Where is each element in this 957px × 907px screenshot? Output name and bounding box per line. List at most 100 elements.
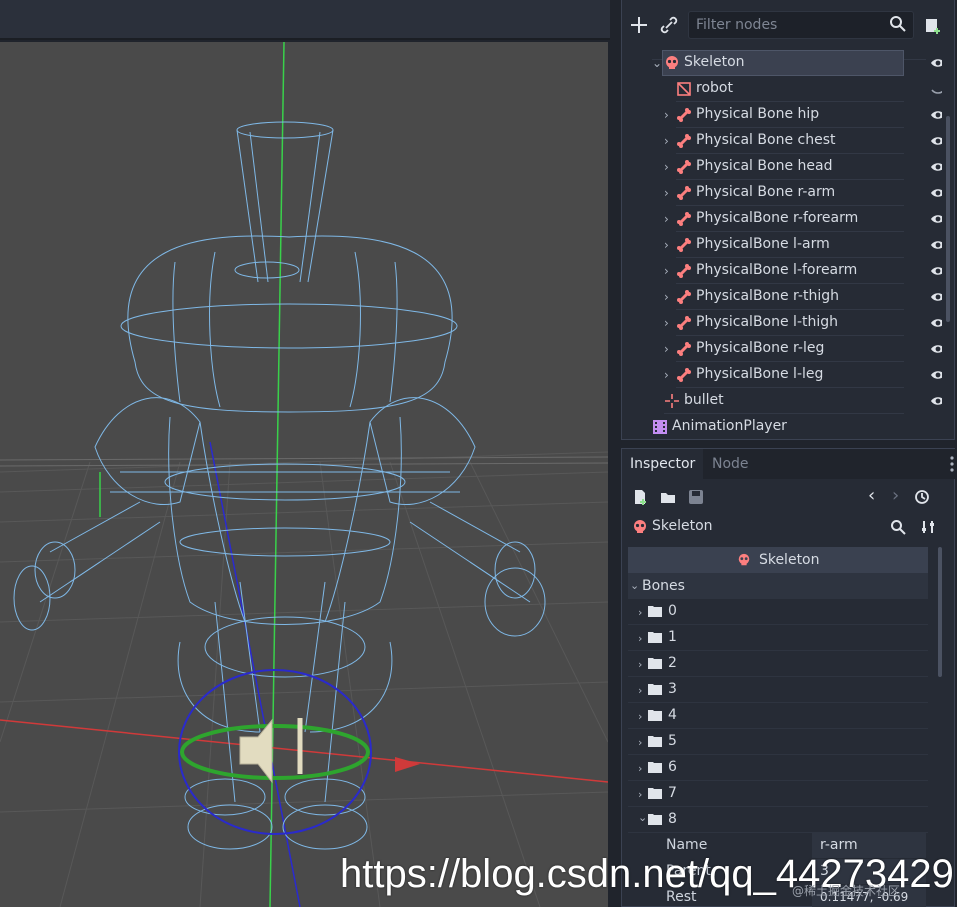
chevron-right-icon[interactable]: › <box>664 109 674 121</box>
tree-row-bone[interactable]: › PhysicalBone l-leg <box>622 362 942 388</box>
inspector-scrollbar[interactable] <box>938 547 942 677</box>
chevron-right-icon[interactable]: › <box>664 161 674 173</box>
tab-inspector[interactable]: Inspector <box>622 449 704 479</box>
section-bones-label: Bones <box>642 578 685 594</box>
link-icon[interactable] <box>658 14 680 36</box>
inspector-toolbar: ‹ › <box>622 483 956 511</box>
visibility-eye-icon[interactable] <box>930 237 942 253</box>
bone-icon <box>677 160 691 174</box>
bone-folder-row[interactable]: › 7 <box>628 781 928 807</box>
visibility-eye-icon[interactable] <box>930 159 942 175</box>
history-back-icon[interactable]: ‹ <box>868 485 875 506</box>
tree-row-bone[interactable]: › Physical Bone chest <box>622 128 942 154</box>
3d-viewport[interactable] <box>0 0 612 907</box>
bone-icon <box>677 186 691 200</box>
bone-folder-row[interactable]: › 1 <box>628 625 928 651</box>
watermark-small: @稀土掘金技术社区 <box>792 884 901 898</box>
more-menu-icon[interactable] <box>950 455 954 473</box>
visibility-eye-icon[interactable] <box>930 341 942 357</box>
tree-row-bone[interactable]: › PhysicalBone r-forearm <box>622 206 942 232</box>
bone-icon <box>677 368 691 382</box>
chevron-right-icon: › <box>638 684 643 697</box>
mesh-icon <box>677 82 691 96</box>
inspector-object-row: Skeleton <box>622 513 956 541</box>
tree-label: Physical Bone chest <box>696 132 836 148</box>
chevron-right-icon[interactable]: › <box>664 343 674 355</box>
chevron-right-icon[interactable]: › <box>664 291 674 303</box>
prop-label: Name <box>666 837 708 853</box>
chevron-right-icon[interactable]: › <box>664 239 674 251</box>
tools-icon[interactable] <box>920 519 936 535</box>
instance-scene-icon[interactable] <box>922 14 944 36</box>
inspector-tabs: Inspector Node <box>622 449 956 479</box>
add-node-icon[interactable] <box>628 14 650 36</box>
visibility-eye-icon[interactable] <box>930 133 942 149</box>
section-bones[interactable]: ⌄ Bones <box>628 573 928 599</box>
filter-nodes-input[interactable] <box>689 12 885 38</box>
tree-row-bone[interactable]: › Physical Bone r-arm <box>622 180 942 206</box>
folder-icon <box>648 684 662 695</box>
tree-row-bone[interactable]: › PhysicalBone l-thigh <box>622 310 942 336</box>
chevron-right-icon: › <box>638 658 643 671</box>
tab-node[interactable]: Node <box>704 449 757 479</box>
bone-icon <box>677 290 691 304</box>
visibility-eye-icon[interactable] <box>930 263 942 279</box>
history-icon[interactable] <box>914 489 930 505</box>
visibility-hidden-icon[interactable] <box>930 84 942 100</box>
chevron-right-icon[interactable]: › <box>664 265 674 277</box>
tree-row-bone[interactable]: › PhysicalBone l-arm <box>622 232 942 258</box>
chevron-right-icon[interactable]: › <box>664 187 674 199</box>
visibility-eye-icon[interactable] <box>930 211 942 227</box>
open-folder-icon[interactable] <box>660 489 676 505</box>
chevron-right-icon[interactable]: › <box>664 369 674 381</box>
scene-tree-scrollbar[interactable] <box>946 116 950 322</box>
visibility-eye-icon[interactable] <box>930 393 942 409</box>
viewport-canvas[interactable] <box>0 42 608 907</box>
bone-folder-row[interactable]: › 5 <box>628 729 928 755</box>
tree-label: bullet <box>684 392 724 408</box>
bone-index: 2 <box>668 655 677 671</box>
tree-row-bone[interactable]: › Physical Bone hip <box>622 102 942 128</box>
bone-folder-row[interactable]: › 6 <box>628 755 928 781</box>
tree-row-bone[interactable]: › PhysicalBone l-forearm <box>622 258 942 284</box>
tree-row-bone[interactable]: › PhysicalBone r-leg <box>622 336 942 362</box>
visibility-eye-icon[interactable] <box>930 55 942 71</box>
search-icon[interactable] <box>890 519 906 535</box>
inspector-panel: Inspector Node ‹ › Skeleton Skeleton ⌄ B… <box>621 448 956 907</box>
bone-index: 4 <box>668 707 677 723</box>
tree-label: Physical Bone r-arm <box>696 184 836 200</box>
search-icon[interactable] <box>889 15 907 33</box>
visibility-eye-icon[interactable] <box>930 107 942 123</box>
chevron-right-icon[interactable]: › <box>664 213 674 225</box>
bone-folder-row[interactable]: › 3 <box>628 677 928 703</box>
bone-icon <box>677 342 691 356</box>
tree-row-animationplayer[interactable]: AnimationPlayer <box>622 414 926 438</box>
tree-row-bullet[interactable]: bullet <box>622 388 942 414</box>
save-icon[interactable] <box>688 489 704 505</box>
bone-folder-row[interactable]: › 2 <box>628 651 928 677</box>
tree-row-bone[interactable]: › PhysicalBone r-thigh <box>622 284 942 310</box>
visibility-eye-icon[interactable] <box>930 289 942 305</box>
tree-label: Physical Bone head <box>696 158 833 174</box>
tree-label: Physical Bone hip <box>696 106 820 122</box>
visibility-eye-icon[interactable] <box>930 185 942 201</box>
tree-row-bone[interactable]: › Physical Bone head <box>622 154 942 180</box>
chevron-right-icon: › <box>638 788 643 801</box>
bone-icon <box>677 264 691 278</box>
chevron-right-icon[interactable]: › <box>664 317 674 329</box>
tree-row-robot[interactable]: robot <box>622 76 942 102</box>
chevron-down-icon[interactable]: ⌄ <box>652 57 662 69</box>
folder-icon <box>648 710 662 721</box>
history-forward-icon[interactable]: › <box>892 485 899 506</box>
bone-folder-row[interactable]: › 4 <box>628 703 928 729</box>
bone-folder-row-expanded[interactable]: ⌄ 8 <box>628 807 928 833</box>
new-resource-icon[interactable] <box>632 489 648 505</box>
bone-icon <box>677 316 691 330</box>
visibility-eye-icon[interactable] <box>930 315 942 331</box>
tree-label: robot <box>696 80 733 96</box>
visibility-eye-icon[interactable] <box>930 367 942 383</box>
tree-row-skeleton[interactable]: ⌄ Skeleton <box>622 50 942 76</box>
chevron-right-icon[interactable]: › <box>664 135 674 147</box>
chevron-down-icon: ⌄ <box>638 811 648 824</box>
bone-folder-row[interactable]: › 0 <box>628 599 928 625</box>
